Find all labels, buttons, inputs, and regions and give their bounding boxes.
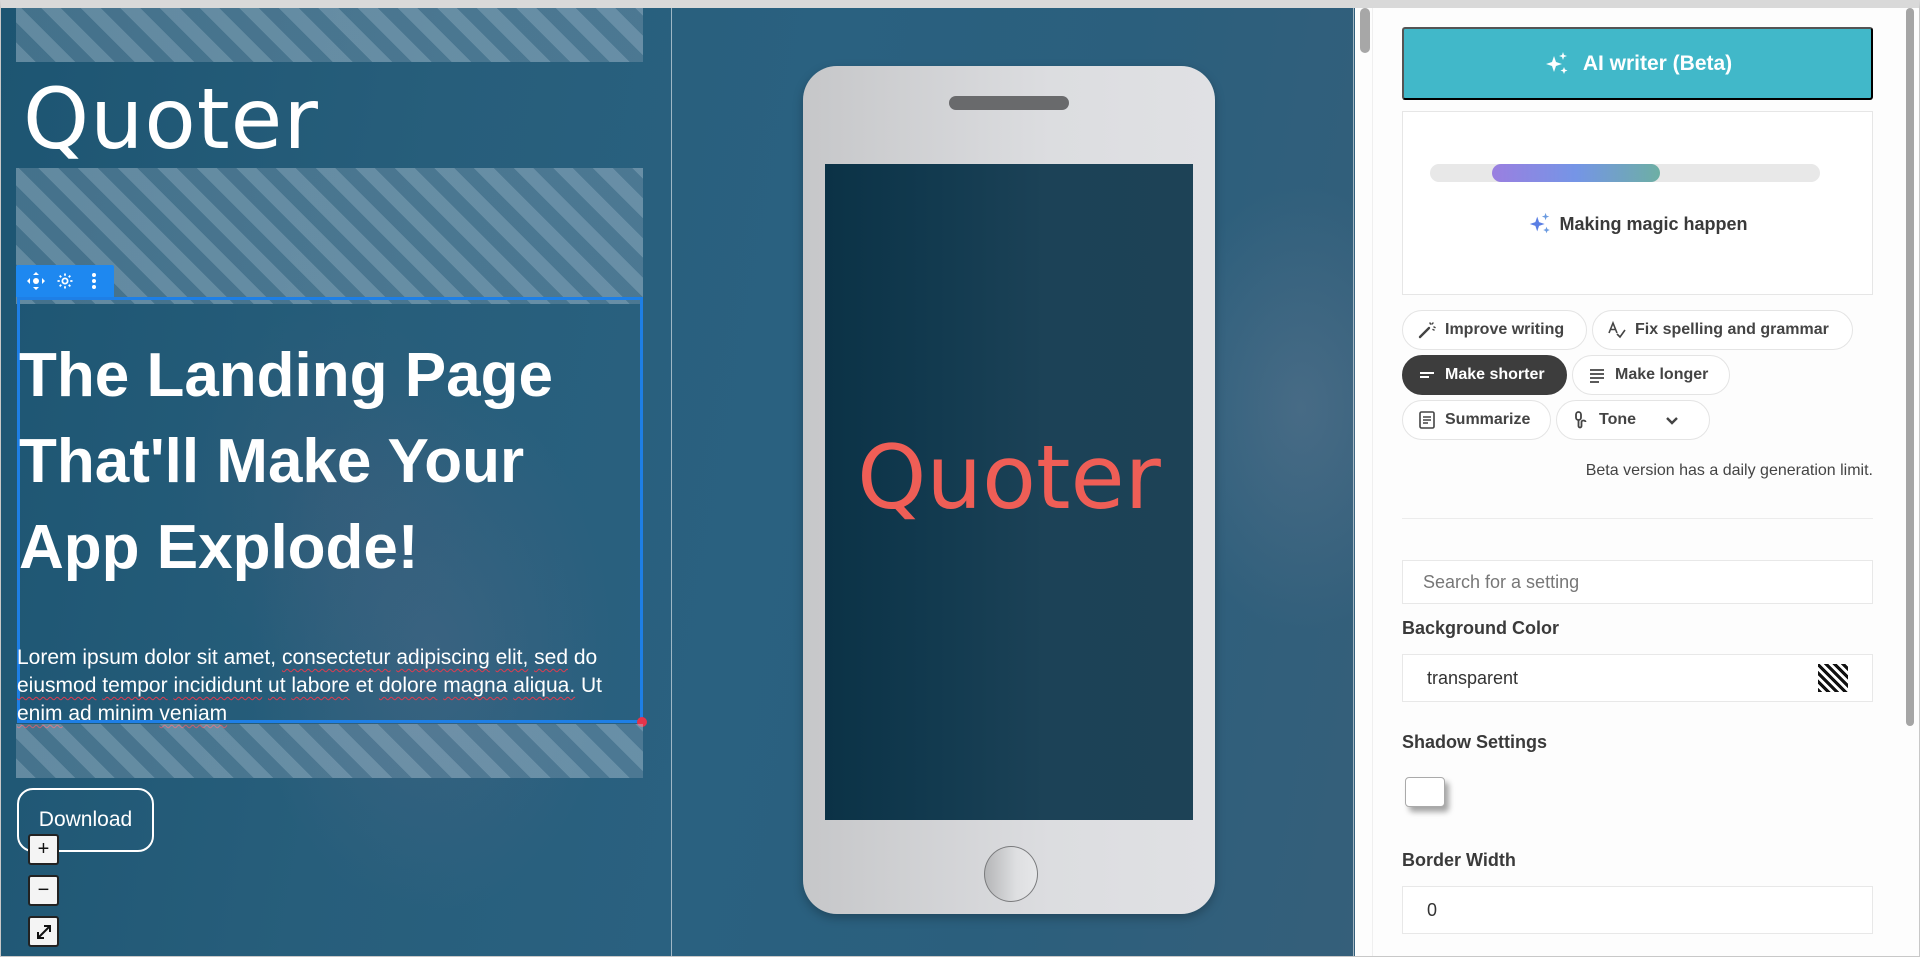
panel-scrollbar[interactable] (1906, 8, 1914, 726)
misspelled-word: magna (443, 674, 508, 697)
border-width-field[interactable]: 0 (1402, 886, 1873, 934)
ai-writer-button[interactable]: AI writer (Beta) (1402, 27, 1873, 100)
misspelled-word: labore (291, 674, 350, 697)
editor-canvas[interactable]: Quoter The Landing Page That'll Make You… (1, 8, 1355, 956)
chevron-down-icon (1666, 417, 1678, 425)
misspelled-word: enim (17, 702, 63, 725)
text-run: Ut (581, 674, 602, 697)
expand-icon (36, 924, 51, 939)
progress-fill (1492, 164, 1661, 182)
misspelled-word: ut (268, 674, 286, 697)
make-longer-chip[interactable]: Make longer (1572, 355, 1730, 395)
misspelled-word: veniam (159, 702, 228, 725)
shadow-settings-label: Shadow Settings (1402, 732, 1548, 752)
text-run: et (355, 674, 374, 697)
fix-spelling-chip[interactable]: Fix spelling and grammar (1592, 310, 1853, 350)
zoom-out-button[interactable]: − (28, 875, 59, 906)
background-color-value: transparent (1427, 667, 1519, 688)
magic-wand-icon (1418, 322, 1436, 339)
microphone-icon (1575, 411, 1587, 429)
beta-limit-note: Beta version has a daily generation limi… (1585, 462, 1873, 479)
background-color-field[interactable]: transparent (1402, 654, 1873, 702)
spacer-block[interactable] (16, 8, 643, 62)
misspelled-word: dolore (378, 674, 438, 697)
chip-label: Fix spelling and grammar (1635, 321, 1829, 338)
chip-label: Make shorter (1445, 366, 1545, 383)
spacer-block[interactable] (16, 724, 643, 778)
misspelled-word: elit, (495, 646, 529, 669)
phone-home-button (984, 846, 1038, 902)
progress-status: Making magic happen (1403, 211, 1872, 237)
make-shorter-chip[interactable]: Make shorter (1402, 355, 1567, 395)
misspelled-word: tempor (102, 674, 168, 697)
improve-writing-chip[interactable]: Improve writing (1402, 310, 1587, 350)
misspelled-word: aliqua. (513, 674, 576, 697)
background-color-label: Background Color (1402, 618, 1560, 638)
chip-label: Make longer (1615, 366, 1709, 383)
shadow-settings-button[interactable] (1405, 777, 1445, 807)
move-icon[interactable] (24, 269, 48, 293)
document-icon (1419, 411, 1435, 429)
text-run: ad minim (68, 702, 154, 725)
chip-label: Improve writing (1445, 321, 1565, 338)
chip-label: Summarize (1445, 411, 1531, 428)
ai-progress-box: Making magic happen (1402, 111, 1873, 295)
more-vertical-icon[interactable] (82, 269, 106, 293)
ai-writer-label: AI writer (Beta) (1582, 51, 1733, 75)
misspelled-word: eiusmod (17, 674, 97, 697)
misspelled-word: incididunt (173, 674, 263, 697)
text-run: do (573, 646, 598, 669)
zoom-in-button[interactable]: + (28, 834, 59, 865)
hero-body-text[interactable]: Lorem ipsum dolor sit amet, consectetur … (17, 644, 637, 728)
border-width-label: Border Width (1402, 850, 1516, 870)
transparent-swatch-icon[interactable] (1818, 664, 1848, 692)
progress-status-text: Making magic happen (1559, 213, 1748, 234)
text-run: Lorem ipsum dolor sit amet, (17, 646, 277, 669)
short-lines-icon (1420, 372, 1434, 378)
block-toolbar (16, 265, 114, 297)
logo-heading[interactable]: Quoter (23, 70, 319, 168)
hero-headline[interactable]: The Landing Page That'll Make Your App E… (19, 333, 629, 591)
spell-check-icon (1608, 320, 1626, 339)
progress-bar (1430, 164, 1820, 182)
misspelled-word: adipiscing (396, 646, 490, 669)
sparkles-icon (1530, 212, 1551, 234)
column-divider (1353, 8, 1354, 956)
long-lines-icon (1590, 369, 1604, 383)
column-divider (671, 8, 672, 956)
sparkles-icon (1545, 51, 1568, 74)
fullscreen-button[interactable] (28, 916, 59, 947)
phone-mockup-image[interactable]: Quoter (803, 66, 1215, 914)
phone-logo: Quoter (857, 426, 1161, 529)
panel-divider (1372, 8, 1373, 956)
phone-screen: Quoter (825, 164, 1193, 820)
border-width-value: 0 (1427, 899, 1438, 920)
chip-label: Tone (1599, 411, 1637, 428)
phone-speaker (949, 96, 1069, 110)
section-divider (1402, 518, 1873, 519)
canvas-scrollbar[interactable] (1360, 8, 1370, 53)
misspelled-word: consectetur (281, 646, 391, 669)
summarize-chip[interactable]: Summarize (1402, 400, 1551, 440)
misspelled-word: sed (534, 646, 568, 669)
tone-dropdown[interactable]: Tone (1556, 400, 1710, 440)
settings-search-input[interactable] (1402, 560, 1873, 604)
gear-icon[interactable] (53, 269, 77, 293)
